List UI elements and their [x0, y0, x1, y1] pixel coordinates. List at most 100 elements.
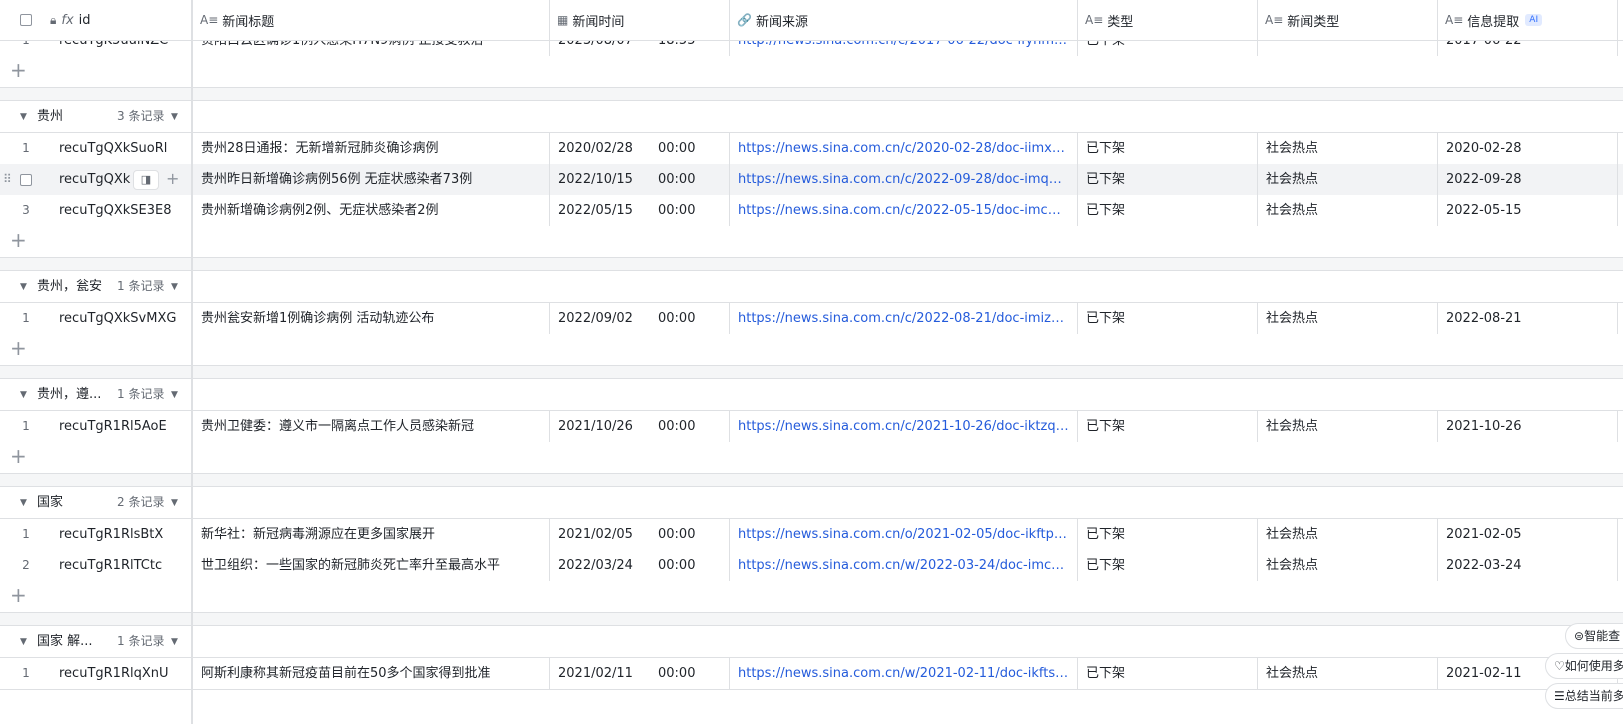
type-cell: 已下架 [1078, 658, 1258, 689]
add-record-icon[interactable]: + [10, 228, 27, 252]
news-source-link[interactable]: https://news.sina.com.cn/c/2020-02-28/do… [730, 133, 1078, 164]
table-header: 🔒︎ fx id A≡ 新闻标题 ▦ 新闻时间 🔗 新闻来源 A≡ 类型 A≡ … [0, 0, 1623, 41]
news-title-cell: 贵州昨日新增确诊病例56例 无症状感染者73例 [193, 164, 550, 195]
info-extract-cell: 2020-02-28 [1438, 133, 1618, 164]
chevron-down-icon[interactable]: ▼ [171, 112, 178, 122]
news-time-cell: 00:00 [650, 164, 730, 195]
drag-handle-icon[interactable]: ⠿ [3, 172, 12, 186]
group-header[interactable]: ▼ 贵州，瓮安 1 条记录 ▼ [0, 271, 1623, 303]
group-header[interactable]: ▼ 国家 解... 1 条记录 ▼ [0, 626, 1623, 658]
news-title-cell: 阿斯利康称其新冠疫苗目前在50多个国家得到批准 [193, 658, 550, 689]
news-type-cell: 社会热点 [1258, 164, 1438, 195]
add-row[interactable]: + [0, 581, 1623, 613]
news-title-cell: 世卫组织：一些国家的新冠肺炎死亡率升至最高水平 [193, 550, 550, 581]
group-gap [0, 258, 1623, 271]
info-extract-cell: 2022-03-24 [1438, 550, 1618, 581]
row-checkbox[interactable] [20, 174, 32, 186]
info-extract-cell: 2021-02-05 [1438, 519, 1618, 550]
header-news-time[interactable]: ▦ 新闻时间 [550, 0, 730, 40]
ai-badge: AI [1525, 14, 1543, 26]
news-source-link[interactable]: https://news.sina.com.cn/c/2022-05-15/do… [730, 195, 1078, 226]
add-record-icon[interactable]: + [10, 583, 27, 607]
add-row[interactable]: + [0, 56, 1623, 88]
collapse-triangle-icon[interactable]: ▼ [20, 282, 27, 292]
row-number: 1 [22, 527, 30, 541]
header-info-extract[interactable]: A≡ 信息提取 AI [1438, 0, 1618, 40]
group-header[interactable]: ▼ 国家 2 条记录 ▼ [0, 487, 1623, 519]
record-id: recuTgR1Rl5AoE [59, 419, 167, 434]
header-news-type[interactable]: A≡ 新闻类型 [1258, 0, 1438, 40]
header-news-title[interactable]: A≡ 新闻标题 [193, 0, 550, 40]
add-row[interactable]: + [0, 442, 1623, 474]
table-row[interactable]: 1 recuTgR1RlqXnU 阿斯利康称其新冠疫苗目前在50多个国家得到批准 20… [0, 658, 1623, 690]
header-id[interactable]: 🔒︎ fx id [0, 0, 191, 40]
news-type-cell: 社会热点 [1258, 303, 1438, 334]
add-record-icon[interactable]: + [10, 336, 27, 360]
chevron-down-icon[interactable]: ▼ [171, 282, 178, 292]
add-record-icon[interactable]: + [10, 444, 27, 468]
table-row[interactable]: ⠿ recuTgQXk ◨ + 贵州昨日新增确诊病例56例 无症状感染者73例 2022/… [0, 164, 1623, 196]
column-label: 新闻时间 [572, 14, 625, 30]
row-number: 1 [22, 311, 30, 325]
header-type[interactable]: A≡ 类型 [1078, 0, 1258, 40]
table-row[interactable]: 1 recuTgQXkSvMXG 贵州瓮安新增1例确诊病例 活动轨迹公布 2022/0… [0, 303, 1623, 335]
group-name: 贵州，瓮安 [37, 279, 103, 294]
news-source-link[interactable]: https://news.sina.com.cn/o/2021-02-05/do… [730, 519, 1078, 550]
news-title-cell: 新华社：新冠病毒溯源应在更多国家展开 [193, 519, 550, 550]
group-header[interactable]: ▼ 贵州 3 条记录 ▼ [0, 101, 1623, 133]
news-date-cell: 2020/02/28 [558, 141, 633, 156]
news-time-cell: 00:00 [650, 411, 730, 442]
smart-query-button[interactable]: ⊜智能查 [1565, 623, 1623, 649]
summarize-button[interactable]: ☰总结当前多 [1545, 683, 1623, 709]
news-source-link[interactable]: https://news.sina.com.cn/w/2022-03-24/do… [730, 550, 1078, 581]
news-date-cell: 2022/05/15 [558, 203, 633, 218]
news-type-cell: 社会热点 [1258, 133, 1438, 164]
news-source-link[interactable]: https://news.sina.com.cn/c/2021-10-26/do… [730, 411, 1078, 442]
info-extract-cell: 2021-10-26 [1438, 411, 1618, 442]
news-date-cell: 2021/02/11 [558, 666, 633, 681]
table-row[interactable]: 3 recuTgQXkSE3E8 贵州新增确诊病例2例、无症状感染者2例 2022/0… [0, 195, 1623, 227]
type-cell: 已下架 [1078, 164, 1258, 195]
type-cell: 已下架 [1078, 519, 1258, 550]
table-row[interactable]: 1 recuTgR1Rl5AoE 贵州卫健委：遵义市一隔离点工作人员感染新冠 2021… [0, 411, 1623, 443]
news-source-link[interactable]: https://news.sina.com.cn/c/2022-09-28/do… [730, 164, 1078, 195]
table-row[interactable]: 1 recuTgR1RlsBtX 新华社：新冠病毒溯源应在更多国家展开 2021/02… [0, 519, 1623, 551]
collapse-triangle-icon[interactable]: ▼ [20, 498, 27, 508]
group-header[interactable]: ▼ 贵州，遵... 1 条记录 ▼ [0, 379, 1623, 411]
add-record-plus-icon[interactable]: + [166, 169, 179, 188]
chevron-down-icon[interactable]: ▼ [171, 390, 178, 400]
row-number: 1 [22, 419, 30, 433]
news-time-cell: 00:00 [650, 658, 730, 689]
row-number: 1 [22, 141, 30, 155]
group-gap [0, 366, 1623, 379]
table-row[interactable]: 1 recuTgQXkSuoRl 贵州28日通报：无新增新冠肺炎确诊病例 2020/0… [0, 133, 1623, 165]
news-source-link[interactable]: https://news.sina.com.cn/w/2021-02-11/do… [730, 658, 1078, 689]
collapse-triangle-icon[interactable]: ▼ [20, 112, 27, 122]
add-row[interactable]: + [0, 334, 1623, 366]
news-date-cell: 2021/10/26 [558, 419, 633, 434]
news-title-cell: 贵州28日通报：无新增新冠肺炎确诊病例 [193, 133, 550, 164]
select-all-checkbox[interactable] [20, 14, 32, 26]
group-gap [0, 474, 1623, 487]
add-row[interactable]: + [0, 226, 1623, 258]
news-source-link[interactable]: https://news.sina.com.cn/c/2022-08-21/do… [730, 303, 1078, 334]
group-record-count: 1 条记录 [117, 279, 165, 293]
chevron-down-icon[interactable]: ▼ [171, 637, 178, 647]
news-title-cell: 贵州新增确诊病例2例、无症状感染者2例 [193, 195, 550, 226]
expand-record-icon[interactable]: ◨ [133, 170, 159, 190]
type-cell: 已下架 [1078, 550, 1258, 581]
add-record-icon[interactable]: + [10, 58, 27, 82]
collapse-triangle-icon[interactable]: ▼ [20, 637, 27, 647]
formula-icon: fx [61, 12, 74, 28]
column-label: 类型 [1107, 14, 1134, 30]
group-record-count: 1 条记录 [117, 387, 165, 401]
news-time-cell: 00:00 [650, 133, 730, 164]
chevron-down-icon[interactable]: ▼ [171, 498, 178, 508]
header-news-source[interactable]: 🔗 新闻来源 [730, 0, 1078, 40]
type-cell: 已下架 [1078, 411, 1258, 442]
how-to-use-button[interactable]: ♡如何使用多 [1545, 653, 1623, 679]
collapse-triangle-icon[interactable]: ▼ [20, 390, 27, 400]
table-row[interactable]: 2 recuTgR1RlTCtc 世卫组织：一些国家的新冠肺炎死亡率升至最高水平 20… [0, 550, 1623, 582]
link-icon: 🔗 [737, 13, 752, 27]
column-label: 新闻标题 [222, 14, 275, 30]
